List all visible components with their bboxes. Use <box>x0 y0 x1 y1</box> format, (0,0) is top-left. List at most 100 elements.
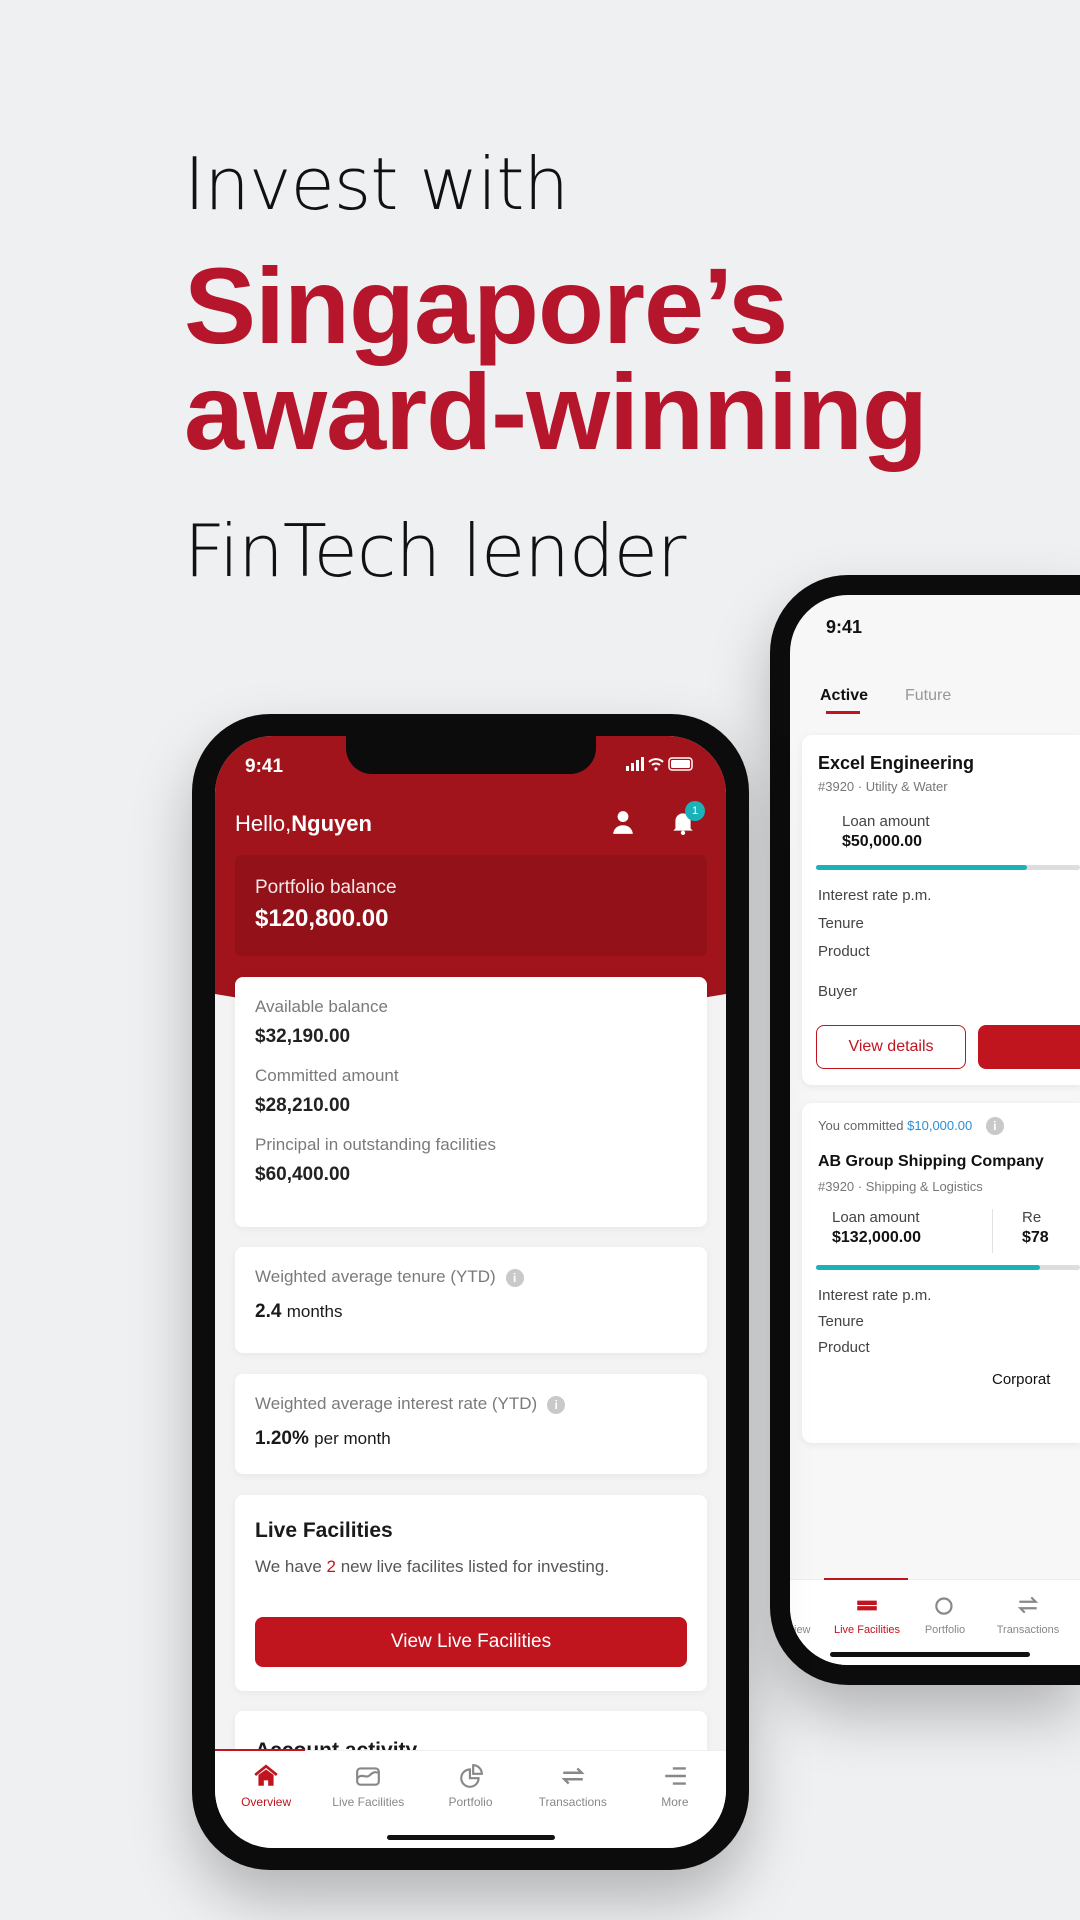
tab-portfolio[interactable]: Portfolio <box>419 1751 521 1848</box>
tab-label: Live Facilities <box>332 1795 405 1809</box>
committed-label: You committed <box>818 1118 904 1133</box>
facility-sector: Shipping & Logistics <box>865 1179 983 1194</box>
headline-line-2: Singapore’s <box>184 245 788 366</box>
text-post: new live facilites listed for investing. <box>340 1557 610 1576</box>
home-icon <box>254 1764 278 1786</box>
tab-label: Transactions <box>538 1795 607 1809</box>
tab-label: Portfolio <box>448 1795 493 1809</box>
tab-live-facilities[interactable]: Live Facilities <box>317 1751 419 1848</box>
status-time: 9:41 <box>826 617 863 637</box>
interest-card: Weighted average interest rate (YTD) i 1.… <box>235 1374 707 1474</box>
pie-chart-icon <box>935 1597 953 1615</box>
headline-line-4: FinTech lender <box>184 509 686 593</box>
committed-value: $10,000.00 <box>907 1118 973 1133</box>
menu-icon <box>665 1767 686 1785</box>
tab-label: Transactions <box>996 1624 1060 1636</box>
tab-future[interactable]: Future <box>905 687 951 705</box>
home-indicator <box>386 1835 555 1840</box>
row-label: Interest rate p.m. <box>818 1287 932 1304</box>
info-icon[interactable]: i <box>505 1269 524 1287</box>
funding-progress <box>816 1265 1080 1270</box>
swap-icon <box>1017 1596 1039 1614</box>
headline-line-1: Invest with <box>184 142 569 226</box>
row-label: Product <box>818 943 870 960</box>
tab-transactions[interactable]: Transactions <box>522 1751 624 1848</box>
tenure-card: Weighted average tenure (YTD) i 2.4 month… <box>235 1247 707 1353</box>
live-count: 2 <box>326 1557 336 1576</box>
interest-unit: per month <box>314 1429 391 1448</box>
live-facilities-text: We have 2 new live facilites listed for … <box>255 1557 687 1577</box>
loan-label: Loan amount <box>832 1209 920 1226</box>
available-balance-label: Available balance <box>255 997 388 1016</box>
row-label: Buyer <box>818 983 858 1000</box>
principal-value: $60,400.00 <box>255 1164 351 1185</box>
main-screen: 9:41 Hello,Nguyen 1 Portfolio balance $1… <box>215 736 726 1848</box>
status-icons <box>626 756 696 778</box>
main-phone: 9:41 Hello,Nguyen 1 Portfolio balance $1… <box>192 714 749 1870</box>
status-time: 9:41 <box>245 756 284 777</box>
headline-line-3: award-winning <box>184 351 928 472</box>
interest-label-text: Weighted average interest rate (YTD) <box>255 1394 538 1413</box>
facility-card: You committed $10,000.00 i AB Group Ship… <box>802 1103 1080 1443</box>
tab-label: Live Facilities <box>833 1624 901 1636</box>
facility-name: AB Group Shipping Company <box>818 1153 1044 1170</box>
row-label: Interest rate p.m. <box>818 887 932 904</box>
tenure-value: 2.4 <box>255 1301 282 1322</box>
info-icon[interactable]: i <box>547 1396 566 1414</box>
committed-amount-label: Committed amount <box>255 1066 399 1085</box>
tenure-label-text: Weighted average tenure (YTD) <box>255 1267 496 1286</box>
row-label: Product <box>818 1339 870 1356</box>
live-facilities-card: Live Facilities We have 2 new live facil… <box>235 1495 707 1691</box>
facility-card: Excel Engineering #3920 · Utility & Wate… <box>802 735 1080 1085</box>
hero-headline: Invest with Singapore’s award-winning Fi… <box>184 140 1064 600</box>
funding-progress <box>816 865 1080 870</box>
divider <box>992 1209 993 1253</box>
text-pre: We have <box>255 1557 322 1576</box>
tab-label: Portfolio <box>924 1624 966 1636</box>
signal-wifi-battery-icon <box>626 757 693 771</box>
status-bar: 9:41 <box>245 756 696 778</box>
principal-label: Principal in outstanding facilities <box>255 1135 496 1154</box>
tab-active[interactable]: Active <box>820 687 868 705</box>
tenure-unit: months <box>286 1302 343 1321</box>
balances-card: Available balance $32,190.00 Committed a… <box>235 977 707 1227</box>
available-balance-value: $32,190.00 <box>255 1026 351 1047</box>
portfolio-balance-card: Portfolio balance $120,800.00 <box>235 855 707 956</box>
greeting: Hello,Nguyen <box>235 811 372 837</box>
active-tab-indicator <box>826 711 860 714</box>
view-live-facilities-button[interactable]: View Live Facilities <box>255 1617 687 1667</box>
facility-sector: Utility & Water <box>865 779 948 794</box>
info-icon[interactable]: i <box>985 1117 1004 1135</box>
tab-overview[interactable]: Overview <box>215 1749 317 1848</box>
tab-more[interactable]: More <box>624 1751 726 1848</box>
portfolio-label: Portfolio balance <box>255 877 397 898</box>
secondary-phone: 9:41 Active Future Excel Engineering #39… <box>770 575 1080 1685</box>
user-name: Nguyen <box>291 811 372 836</box>
product-value: Corporat <box>992 1371 1051 1388</box>
home-indicator <box>830 1652 1030 1657</box>
row-label: Tenure <box>818 915 864 932</box>
row-label: Tenure <box>818 1313 864 1330</box>
tab-label: More <box>661 1795 689 1809</box>
repayment-value: $78 <box>1022 1229 1049 1246</box>
greeting-text: Hello, <box>235 811 292 836</box>
secondary-screen: 9:41 Active Future Excel Engineering #39… <box>790 595 1080 1665</box>
facility-id: #3920 <box>818 779 855 794</box>
view-details-button[interactable]: View details <box>816 1025 966 1069</box>
live-facilities-icon <box>857 1600 877 1611</box>
pie-chart-icon <box>459 1764 483 1788</box>
tenure-label: Weighted average tenure (YTD) i <box>255 1267 687 1287</box>
user-icon[interactable] <box>610 808 636 836</box>
invest-button[interactable] <box>978 1025 1080 1069</box>
loan-label: Loan amount <box>842 813 930 830</box>
swap-icon <box>561 1767 585 1785</box>
loan-value: $50,000.00 <box>842 833 923 850</box>
interest-label: Weighted average interest rate (YTD) i <box>255 1394 687 1414</box>
chart-area-icon <box>356 1767 381 1786</box>
facility-name: Excel Engineering <box>818 753 975 773</box>
facility-id: #3920 <box>818 1179 855 1194</box>
loan-value: $132,000.00 <box>832 1229 921 1246</box>
repayment-label: Re <box>1022 1209 1042 1226</box>
notification-badge: 1 <box>685 801 705 821</box>
tab-overview[interactable]: iew <box>790 1580 824 1665</box>
